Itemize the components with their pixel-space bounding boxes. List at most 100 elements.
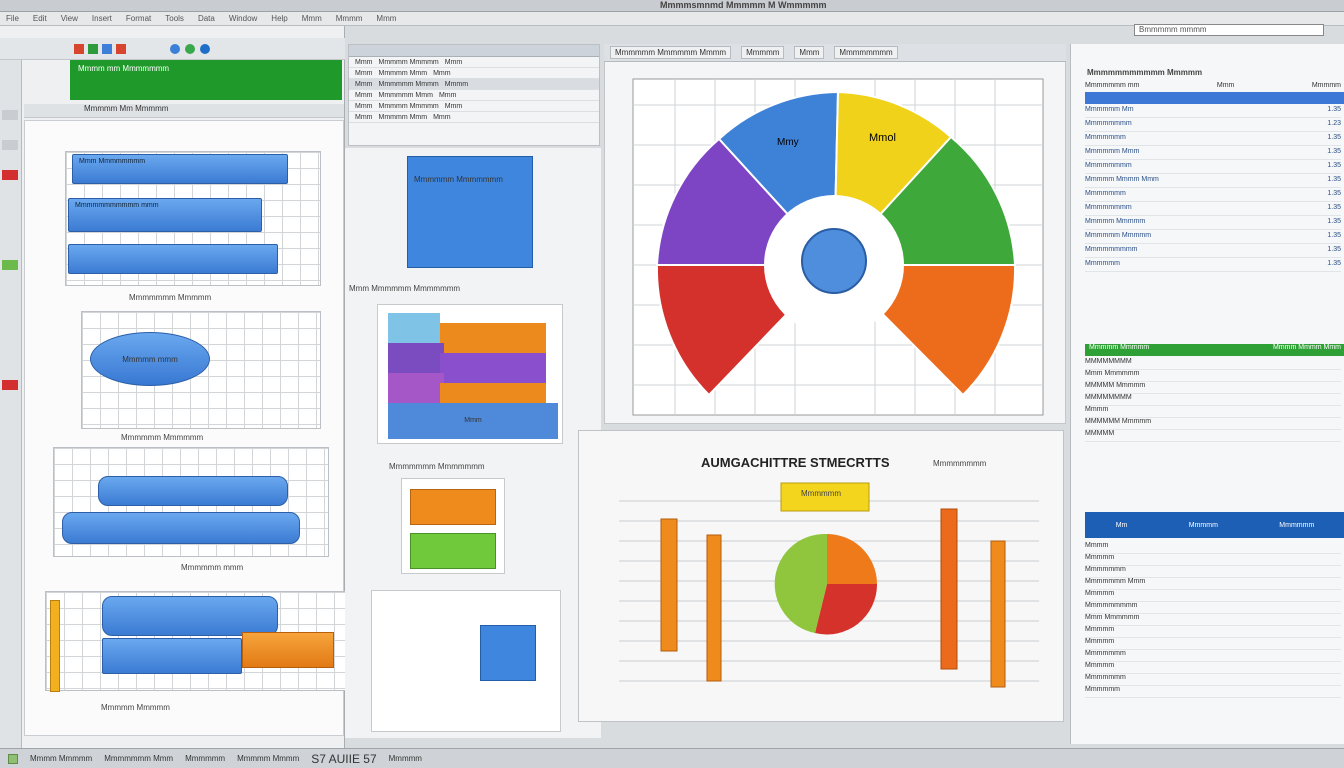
toolbar-icon-globe[interactable] — [170, 44, 180, 54]
green-block — [410, 533, 496, 569]
summary-table: Mmm Mmmmm Mmmmm Mmm Mmm Mmmmm Mmm Mmm Mmm Mmm… — [348, 44, 600, 146]
yellow-bar — [50, 600, 60, 692]
menu-item-window[interactable]: Window — [229, 14, 257, 23]
gutter-icon[interactable] — [2, 140, 18, 150]
orange-bar-1 — [660, 518, 678, 652]
center-disc — [801, 228, 867, 294]
bar-2: Mmmmmmmmmmm mmm — [68, 198, 262, 232]
window-title: Mmmmsmnmd Mmmmm M Wmmmmm — [660, 0, 827, 10]
toolbar-icon-circle-2[interactable] — [200, 44, 210, 54]
stacked-chart[interactable]: Mmm — [377, 304, 563, 444]
menu-item-extra-3[interactable]: Mmm — [376, 14, 396, 23]
bar-3 — [68, 244, 278, 274]
bar-3d-3 — [102, 596, 278, 636]
chart1-caption: Mmmmmmm Mmmmm — [129, 293, 212, 302]
bar-chart-2[interactable] — [53, 447, 329, 557]
menu-item-help[interactable]: Help — [271, 14, 287, 23]
menu-item-extra-2[interactable]: Mmmm — [336, 14, 363, 23]
gutter-icon-red-2[interactable] — [2, 380, 18, 390]
menu-item-tools[interactable]: Tools — [165, 14, 184, 23]
middle-panel: Mmmmmm Mmmmmmm Mmm Mmmmmm Mmmmmmm Mmm Mm… — [345, 148, 601, 738]
stack-purple-1 — [388, 343, 444, 373]
center-tab-bar: Mmmmmm Mmmmmm Mmmm Mmmmm Mmm Mmmmmmmm — [604, 44, 1066, 62]
menu-item-insert[interactable]: Insert — [92, 14, 112, 23]
orange-bar-3 — [940, 508, 958, 670]
gutter-icon-green[interactable] — [2, 260, 18, 270]
stack-top-left — [388, 313, 440, 343]
bubble-chart[interactable]: Mmmmm mmm — [81, 311, 321, 429]
bar-3d-2 — [62, 512, 300, 544]
table-row[interactable]: Mmm Mmmmmm Mmm Mmm — [349, 90, 599, 101]
table-row[interactable]: Mmm Mmmmm Mmmmm Mmm — [349, 57, 599, 68]
left-toolbar — [0, 38, 345, 60]
table-row[interactable]: Mmm Mmmmm Mmm Mmm — [349, 112, 599, 123]
legend-label: Mmmmmm — [801, 489, 841, 498]
search-input[interactable]: Bmmmmm mmmm — [1134, 24, 1324, 36]
toolbar-icon-blue[interactable] — [102, 44, 112, 54]
chart3-caption: Mmmmmm mmm — [181, 563, 244, 572]
menu-item-extra-1[interactable]: Mmm — [302, 14, 322, 23]
toolbar-icons[interactable] — [0, 38, 270, 60]
blue-table-header: Mm Mmmmm Mmmmmm — [1085, 512, 1344, 538]
stack-purple-3 — [388, 373, 444, 403]
menu-item-file[interactable]: File — [6, 14, 19, 23]
bottom-chart-svg — [619, 482, 1039, 688]
table-row[interactable]: Mmm Mmmmmm Mmmm Mmmm — [349, 79, 599, 90]
left-sheet: Mmm Mmmmmmmm Mmmmmmmmmmm mmm Mmmmmmm Mmm… — [24, 120, 349, 736]
status-item-4[interactable]: Mmmmm Mmmm — [237, 754, 299, 763]
menu-item-view[interactable]: View — [61, 14, 78, 23]
status-green-icon[interactable] — [8, 753, 18, 764]
right-selected-row[interactable] — [1085, 92, 1344, 104]
menu-item-data[interactable]: Data — [198, 14, 215, 23]
status-item-6[interactable]: Mmmmm — [389, 754, 422, 763]
bar-chart-3[interactable] — [45, 591, 349, 692]
bar-3d-1 — [98, 476, 288, 506]
menu-bar: File Edit View Insert Format Tools Data … — [0, 12, 1344, 36]
tab-2[interactable]: Mmmmm — [741, 46, 785, 59]
blue-box[interactable]: Mmmmmm Mmmmmmm — [407, 156, 533, 268]
stack-orange-1 — [440, 323, 546, 353]
toolbar-icon-red-2[interactable] — [116, 44, 126, 54]
table-row[interactable]: Mmm Mmmmm Mmmmm Mmm — [349, 101, 599, 112]
toolbar-icon-red[interactable] — [74, 44, 84, 54]
orange-block — [410, 489, 496, 525]
stack-purple-2 — [440, 353, 546, 383]
table-row[interactable]: Mmm Mmmmm Mmm Mmm — [349, 68, 599, 79]
left-gutter — [0, 60, 22, 750]
tab-3[interactable]: Mmm — [794, 46, 825, 59]
orange-bar — [242, 632, 334, 668]
box-caption: Mmm Mmmmmm Mmmmmmm — [349, 284, 461, 293]
status-bar: Mmmm Mmmmm Mmmmmmm Mmm Mmmmmm Mmmmm Mmmm… — [0, 748, 1344, 768]
status-item-2[interactable]: Mmmmmmm Mmm — [104, 754, 173, 763]
table-header — [349, 45, 599, 57]
bubble: Mmmmm mmm — [90, 332, 210, 386]
left-spreadsheet-window: Mmmm mm Mmmmmmm Mmmmm Mm Mmmmm Mmm Mmmmm… — [0, 26, 349, 750]
bar-chart-1[interactable]: Mmm Mmmmmmmm Mmmmmmmmmmm mmm — [65, 151, 321, 286]
toolbar-icon-green[interactable] — [88, 44, 98, 54]
menu-item-format[interactable]: Format — [126, 14, 151, 23]
block-chart[interactable] — [401, 478, 505, 574]
gutter-icon[interactable] — [2, 110, 18, 120]
toolbar-icon-circle[interactable] — [185, 44, 195, 54]
blue-cube — [480, 625, 536, 681]
orange-bar-4 — [990, 540, 1006, 688]
label-yellow: Mmol — [869, 132, 896, 144]
bar-pie-chart-window[interactable]: AUMGACHITTRE STMECRTTS Mmmmmmmm Mmmmmm — [578, 430, 1064, 722]
status-item-5: S7 AUIIE 57 — [311, 751, 377, 766]
tab-4[interactable]: Mmmmmmmm — [834, 46, 898, 59]
label-blue: Mmy — [777, 137, 799, 148]
status-item-3[interactable]: Mmmmmm — [185, 754, 225, 763]
right-title: Mmmmmmmmmmm Mmmmm — [1087, 68, 1203, 77]
donut-chart-svg: Mmy Mmol — [632, 78, 1044, 416]
sketch-chart[interactable] — [371, 590, 561, 732]
menu-item-edit[interactable]: Edit — [33, 14, 47, 23]
green-ribbon[interactable]: Mmmm mm Mmmmmmm — [70, 60, 342, 100]
right-data-panel: Mmmmmmmmmmm Mmmmm Mmmmmmm mm Mmm Mmmmm Mmm… — [1070, 44, 1344, 744]
orange-bar-2 — [706, 534, 722, 682]
gutter-icon-red[interactable] — [2, 170, 18, 180]
tab-1[interactable]: Mmmmmm Mmmmmm Mmmm — [610, 46, 732, 59]
donut-chart-window[interactable]: Mmy Mmol — [604, 44, 1066, 424]
status-item-1[interactable]: Mmmm Mmmmm — [30, 754, 92, 763]
formula-row[interactable]: Mmmmm Mm Mmmmm — [24, 104, 344, 118]
bar-1: Mmm Mmmmmmmm — [72, 154, 288, 184]
